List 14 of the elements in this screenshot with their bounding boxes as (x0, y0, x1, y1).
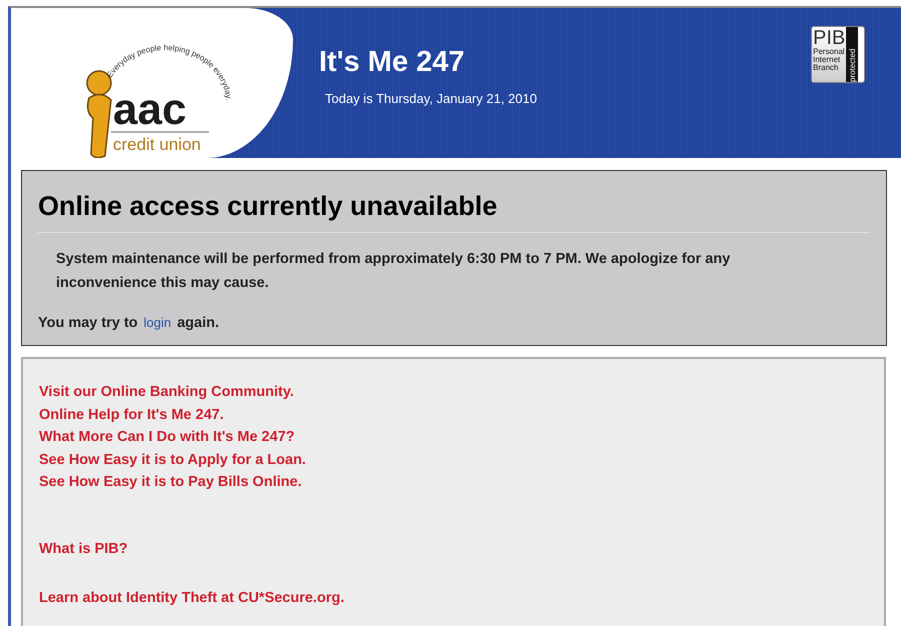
login-link[interactable]: login (144, 315, 172, 330)
retry-text: You may try to (38, 315, 138, 331)
help-link[interactable]: Visit our Online Banking Community. (39, 381, 294, 404)
help-link[interactable]: What More Can I Do with It's Me 247? (39, 426, 295, 448)
retry-text: again. (177, 315, 220, 331)
help-link[interactable]: See How Easy it is to Apply for a Loan. (39, 448, 306, 471)
date-text: Today is Thursday, January 21, 2010 (325, 91, 538, 106)
help-link[interactable]: See How Easy it is to Pay Bills Online. (39, 471, 302, 494)
notice-heading: Online access currently unavailable (38, 191, 870, 233)
site-title: It's Me 247 (319, 46, 466, 79)
notice-message: System maintenance will be performed from approximately 6:30 PM to 7 PM. We apologize for any inconvenience this may cause. (56, 250, 732, 293)
help-link[interactable]: Online Help for It's Me 247. (39, 404, 224, 426)
help-link[interactable]: What is PIB? (39, 538, 128, 560)
help-link[interactable]: Learn about Identity Theft at CU*Secure.org. (39, 587, 344, 610)
